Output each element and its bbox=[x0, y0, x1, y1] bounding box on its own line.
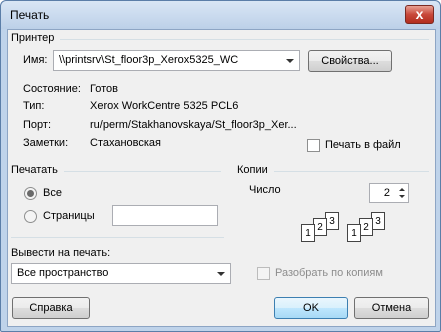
status-label: Состояние: bbox=[23, 83, 81, 95]
range-section-label: Печатать bbox=[11, 164, 58, 176]
range-section-divider bbox=[64, 171, 221, 172]
chevron-down-icon bbox=[217, 272, 225, 276]
port-label: Порт: bbox=[23, 119, 51, 131]
chevron-down-icon[interactable] bbox=[399, 195, 405, 198]
close-button[interactable]: x bbox=[405, 5, 434, 24]
copies-count-label: Число bbox=[249, 184, 281, 196]
ok-button[interactable]: OK bbox=[274, 297, 348, 319]
collate-page-icon: 2 bbox=[359, 218, 373, 236]
collate-page-icon: 3 bbox=[325, 212, 339, 230]
copies-count-value: 2 bbox=[383, 187, 390, 199]
collate-page-icon: 1 bbox=[301, 224, 315, 242]
range-pages-label[interactable]: Страницы bbox=[43, 210, 95, 222]
output-section-divider bbox=[11, 237, 224, 238]
printer-name-value: \\printsrv\St_floor3p_Xerox5325_WC bbox=[59, 54, 239, 66]
collate-page-icon: 3 bbox=[371, 212, 385, 230]
collate-page-icon: 2 bbox=[313, 218, 327, 236]
pages-input[interactable] bbox=[112, 205, 218, 226]
print-dialog: Печать x Принтер Имя: \\printsrv\St_floo… bbox=[0, 0, 441, 332]
printer-name-select[interactable]: \\printsrv\St_floor3p_Xerox5325_WC bbox=[53, 50, 300, 71]
status-value: Готов bbox=[90, 83, 118, 95]
output-section-label: Вывести на печать: bbox=[11, 247, 111, 259]
range-all-radio[interactable] bbox=[24, 187, 37, 200]
range-all-label[interactable]: Все bbox=[43, 187, 62, 199]
port-value: ru/perm/Stakhanovskaya/St_floor3p_Xer... bbox=[90, 119, 297, 131]
help-button[interactable]: Справка bbox=[12, 297, 90, 319]
notes-label: Заметки: bbox=[23, 137, 69, 149]
output-select[interactable]: Все пространство bbox=[11, 263, 231, 284]
collate-page-icon: 1 bbox=[347, 224, 361, 242]
print-to-file-label[interactable]: Печать в файл bbox=[325, 139, 401, 151]
chevron-down-icon bbox=[286, 59, 294, 63]
properties-button[interactable]: Свойства... bbox=[308, 50, 392, 72]
chevron-up-icon[interactable] bbox=[399, 188, 405, 191]
collate-checkbox[interactable] bbox=[257, 267, 270, 280]
notes-value: Стахановская bbox=[90, 137, 162, 149]
copies-section-label: Копии bbox=[237, 164, 268, 176]
title-bar: Печать x bbox=[1, 1, 440, 29]
collate-label: Разобрать по копиям bbox=[275, 267, 383, 279]
output-value: Все пространство bbox=[17, 267, 109, 279]
type-label: Тип: bbox=[23, 100, 45, 112]
dialog-body: Принтер Имя: \\printsrv\St_floor3p_Xerox… bbox=[7, 29, 436, 327]
printer-section-divider bbox=[60, 39, 429, 40]
window-title: Печать bbox=[10, 8, 50, 22]
copies-count-stepper[interactable]: 2 bbox=[369, 183, 409, 203]
range-pages-radio[interactable] bbox=[24, 210, 37, 223]
copies-section-divider bbox=[274, 171, 429, 172]
printer-section-label: Принтер bbox=[11, 32, 55, 44]
type-value: Xerox WorkCentre 5325 PCL6 bbox=[90, 100, 239, 112]
print-to-file-checkbox[interactable] bbox=[307, 139, 320, 152]
printer-name-label: Имя: bbox=[23, 54, 48, 66]
cancel-button[interactable]: Отмена bbox=[354, 297, 429, 319]
